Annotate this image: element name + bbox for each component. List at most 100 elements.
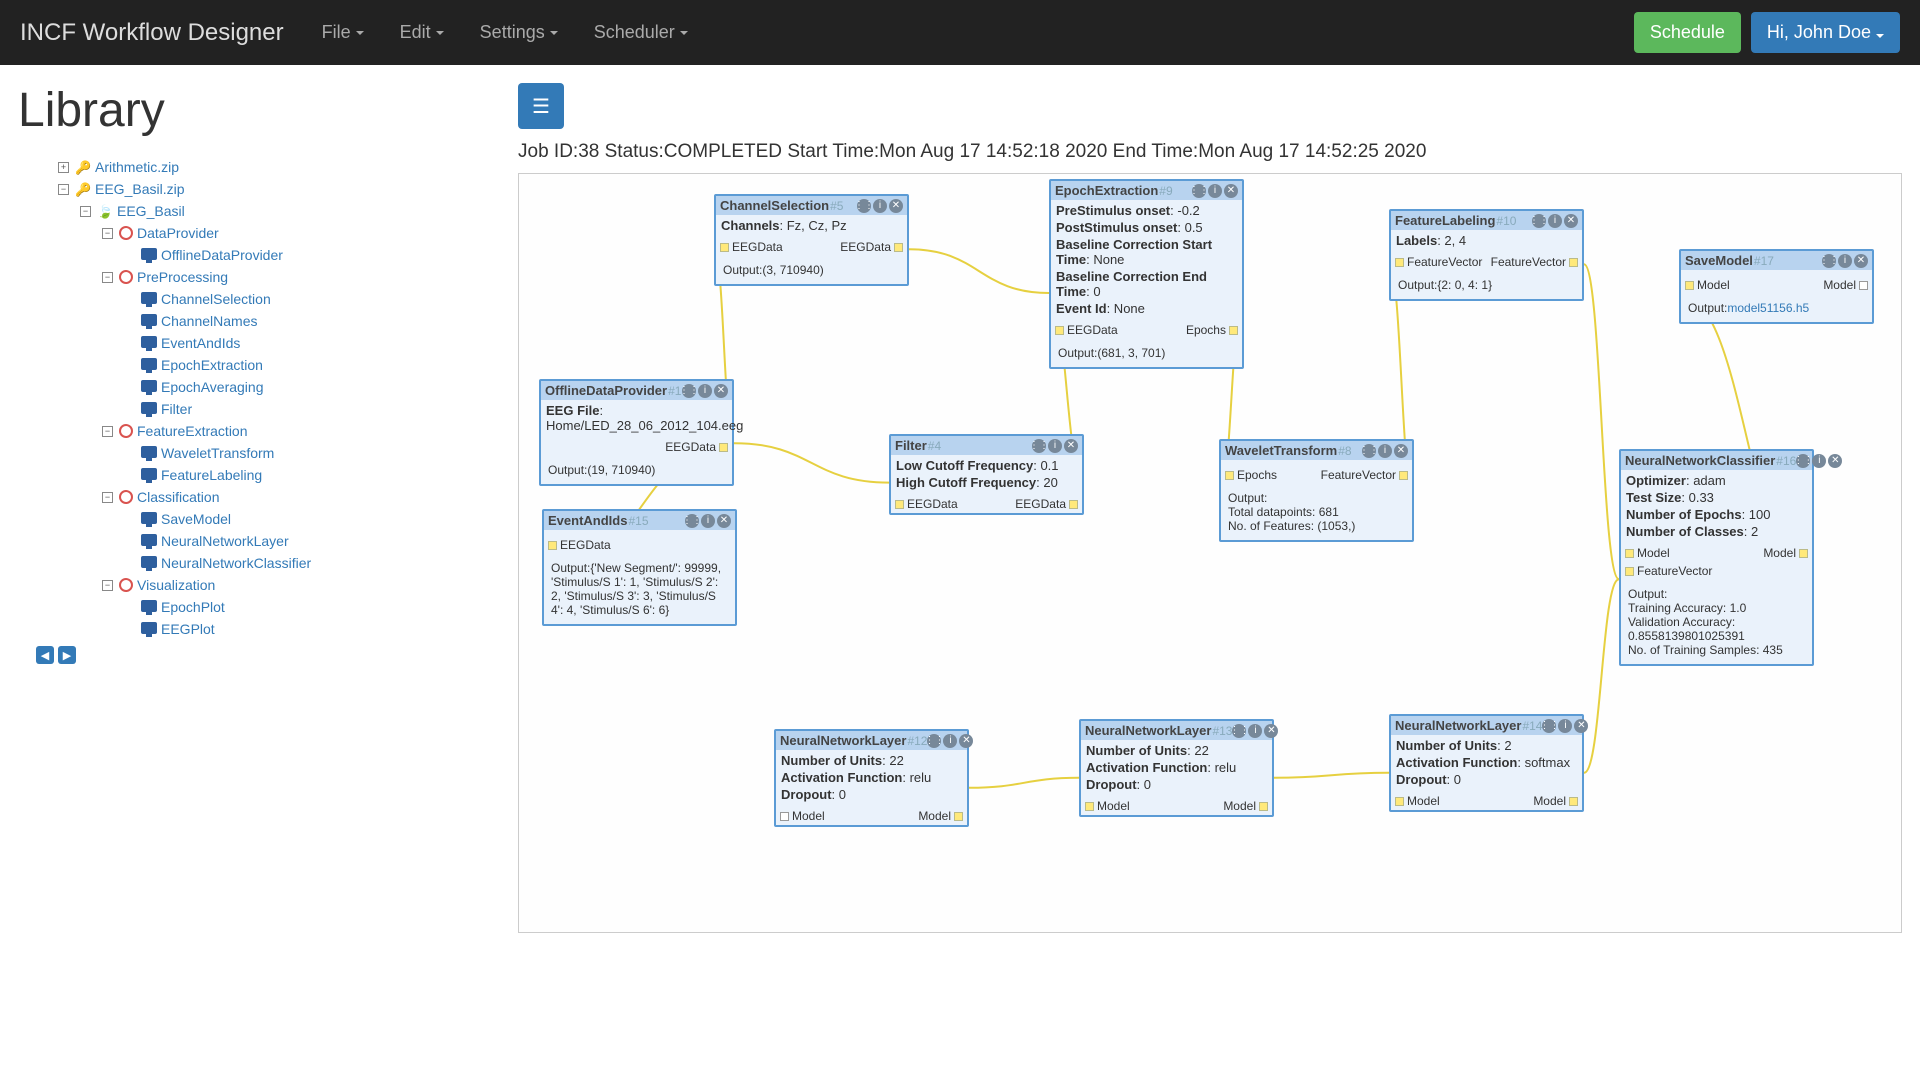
port-icon[interactable] bbox=[719, 443, 728, 452]
block-close-icon[interactable]: ✕ bbox=[1264, 724, 1278, 738]
port-icon[interactable] bbox=[1625, 549, 1634, 558]
tree-module[interactable]: EpochExtraction bbox=[161, 357, 263, 373]
block-info-icon[interactable]: i bbox=[1812, 454, 1826, 468]
port-icon[interactable] bbox=[954, 812, 963, 821]
output-link[interactable]: model51156.h5 bbox=[1727, 301, 1809, 315]
port-icon[interactable] bbox=[1069, 500, 1078, 509]
block-close-icon[interactable]: ✕ bbox=[1574, 719, 1588, 733]
block-close-icon[interactable]: ✕ bbox=[1224, 184, 1238, 198]
tree-root[interactable]: EEG_Basil bbox=[117, 203, 185, 219]
port-icon[interactable] bbox=[780, 812, 789, 821]
port-in[interactable]: EEGData bbox=[1055, 323, 1118, 337]
block-info-icon[interactable]: i bbox=[701, 514, 715, 528]
nav-scheduler[interactable]: Scheduler bbox=[576, 22, 706, 43]
block-header[interactable]: Filter#4⋮⋮i✕ bbox=[891, 436, 1082, 455]
pager-prev[interactable]: ◀ bbox=[36, 646, 54, 664]
block-header[interactable]: FeatureLabeling#10⋮⋮i✕ bbox=[1391, 211, 1582, 230]
block-header[interactable]: SaveModel#17⋮⋮i✕ bbox=[1681, 251, 1872, 270]
block-handle-icon[interactable]: ⋮⋮ bbox=[685, 514, 699, 528]
block-info-icon[interactable]: i bbox=[1048, 439, 1062, 453]
port-in[interactable]: Model bbox=[1395, 794, 1440, 808]
tree-toggle[interactable]: − bbox=[58, 184, 69, 195]
block-info-icon[interactable]: i bbox=[873, 199, 887, 213]
pager-next[interactable]: ▶ bbox=[58, 646, 76, 664]
port-icon[interactable] bbox=[1625, 567, 1634, 576]
port-in[interactable]: Epochs bbox=[1225, 468, 1277, 482]
port-icon[interactable] bbox=[894, 243, 903, 252]
block-info-icon[interactable]: i bbox=[1248, 724, 1262, 738]
tree-category[interactable]: DataProvider bbox=[137, 225, 219, 241]
tree-toggle[interactable]: − bbox=[102, 272, 113, 283]
block-close-icon[interactable]: ✕ bbox=[1564, 214, 1578, 228]
port-in[interactable]: Model bbox=[1085, 799, 1130, 813]
port-icon[interactable] bbox=[1395, 258, 1404, 267]
block-nn13[interactable]: NeuralNetworkLayer#13⋮⋮i✕Number of Units… bbox=[1079, 719, 1274, 817]
block-flabel[interactable]: FeatureLabeling#10⋮⋮i✕Labels: 2, 4Featur… bbox=[1389, 209, 1584, 301]
port-icon[interactable] bbox=[1569, 797, 1578, 806]
block-header[interactable]: ChannelSelection#5⋮⋮i✕ bbox=[716, 196, 907, 215]
port-icon[interactable] bbox=[1225, 471, 1234, 480]
block-close-icon[interactable]: ✕ bbox=[959, 734, 973, 748]
port-in[interactable]: Model bbox=[1625, 546, 1670, 560]
block-header[interactable]: NeuralNetworkClassifier#16⋮⋮i✕ bbox=[1621, 451, 1812, 470]
block-channel[interactable]: ChannelSelection#5⋮⋮i✕Channels: Fz, Cz, … bbox=[714, 194, 909, 286]
block-close-icon[interactable]: ✕ bbox=[1394, 444, 1408, 458]
port-icon[interactable] bbox=[1085, 802, 1094, 811]
block-handle-icon[interactable]: ⋮⋮ bbox=[1796, 454, 1810, 468]
tree-category[interactable]: FeatureExtraction bbox=[137, 423, 248, 439]
block-info-icon[interactable]: i bbox=[1838, 254, 1852, 268]
block-handle-icon[interactable]: ⋮⋮ bbox=[857, 199, 871, 213]
block-close-icon[interactable]: ✕ bbox=[714, 384, 728, 398]
block-filter[interactable]: Filter#4⋮⋮i✕Low Cutoff Frequency: 0.1Hig… bbox=[889, 434, 1084, 515]
schedule-button[interactable]: Schedule bbox=[1634, 12, 1741, 53]
block-info-icon[interactable]: i bbox=[943, 734, 957, 748]
block-close-icon[interactable]: ✕ bbox=[1064, 439, 1078, 453]
tree-toggle[interactable]: + bbox=[58, 162, 69, 173]
block-header[interactable]: NeuralNetworkLayer#12⋮⋮i✕ bbox=[776, 731, 967, 750]
port-in[interactable]: EEGData bbox=[720, 240, 783, 254]
tree-module[interactable]: EpochPlot bbox=[161, 599, 225, 615]
block-close-icon[interactable]: ✕ bbox=[889, 199, 903, 213]
block-handle-icon[interactable]: ⋮⋮ bbox=[1822, 254, 1836, 268]
block-close-icon[interactable]: ✕ bbox=[717, 514, 731, 528]
user-menu-button[interactable]: Hi, John Doe bbox=[1751, 12, 1900, 53]
port-icon[interactable] bbox=[1229, 326, 1238, 335]
port-icon[interactable] bbox=[895, 500, 904, 509]
port-icon[interactable] bbox=[1259, 802, 1268, 811]
tree-module[interactable]: WaveletTransform bbox=[161, 445, 274, 461]
block-handle-icon[interactable]: ⋮⋮ bbox=[927, 734, 941, 748]
tree-category[interactable]: PreProcessing bbox=[137, 269, 228, 285]
block-save[interactable]: SaveModel#17⋮⋮i✕ModelModelOutput:model51… bbox=[1679, 249, 1874, 324]
block-info-icon[interactable]: i bbox=[1548, 214, 1562, 228]
block-epoch[interactable]: EpochExtraction#9⋮⋮i✕PreStimulus onset: … bbox=[1049, 179, 1244, 369]
tree-zip[interactable]: Arithmetic.zip bbox=[95, 159, 179, 175]
block-handle-icon[interactable]: ⋮⋮ bbox=[1532, 214, 1546, 228]
nav-settings[interactable]: Settings bbox=[462, 22, 576, 43]
port-icon[interactable] bbox=[1569, 258, 1578, 267]
port-icon[interactable] bbox=[1685, 281, 1694, 290]
block-handle-icon[interactable]: ⋮⋮ bbox=[1232, 724, 1246, 738]
port-out[interactable]: Model bbox=[1533, 794, 1578, 808]
port-in[interactable]: EEGData bbox=[895, 497, 958, 511]
block-offline[interactable]: OfflineDataProvider#1⋮⋮i✕EEG File: Home/… bbox=[539, 379, 734, 486]
tree-module[interactable]: EpochAveraging bbox=[161, 379, 263, 395]
workflow-canvas[interactable]: OfflineDataProvider#1⋮⋮i✕EEG File: Home/… bbox=[518, 173, 1902, 933]
tree-toggle[interactable]: − bbox=[102, 492, 113, 503]
block-header[interactable]: EventAndIds#15⋮⋮i✕ bbox=[544, 511, 735, 530]
port-in[interactable]: FeatureVector bbox=[1395, 255, 1482, 269]
block-handle-icon[interactable]: ⋮⋮ bbox=[682, 384, 696, 398]
tree-toggle[interactable]: − bbox=[102, 580, 113, 591]
port-out[interactable]: EEGData bbox=[840, 240, 903, 254]
block-nn12[interactable]: NeuralNetworkLayer#12⋮⋮i✕Number of Units… bbox=[774, 729, 969, 827]
port-icon[interactable] bbox=[1799, 549, 1808, 558]
block-info-icon[interactable]: i bbox=[1378, 444, 1392, 458]
port-out[interactable]: Model bbox=[1223, 799, 1268, 813]
block-info-icon[interactable]: i bbox=[1558, 719, 1572, 733]
block-nnc[interactable]: NeuralNetworkClassifier#16⋮⋮i✕Optimizer:… bbox=[1619, 449, 1814, 666]
tree-module[interactable]: OfflineDataProvider bbox=[161, 247, 283, 263]
port-out[interactable]: FeatureVector bbox=[1491, 255, 1578, 269]
block-close-icon[interactable]: ✕ bbox=[1854, 254, 1868, 268]
block-handle-icon[interactable]: ⋮⋮ bbox=[1192, 184, 1206, 198]
tree-category[interactable]: Classification bbox=[137, 489, 219, 505]
tree-module[interactable]: ChannelSelection bbox=[161, 291, 271, 307]
